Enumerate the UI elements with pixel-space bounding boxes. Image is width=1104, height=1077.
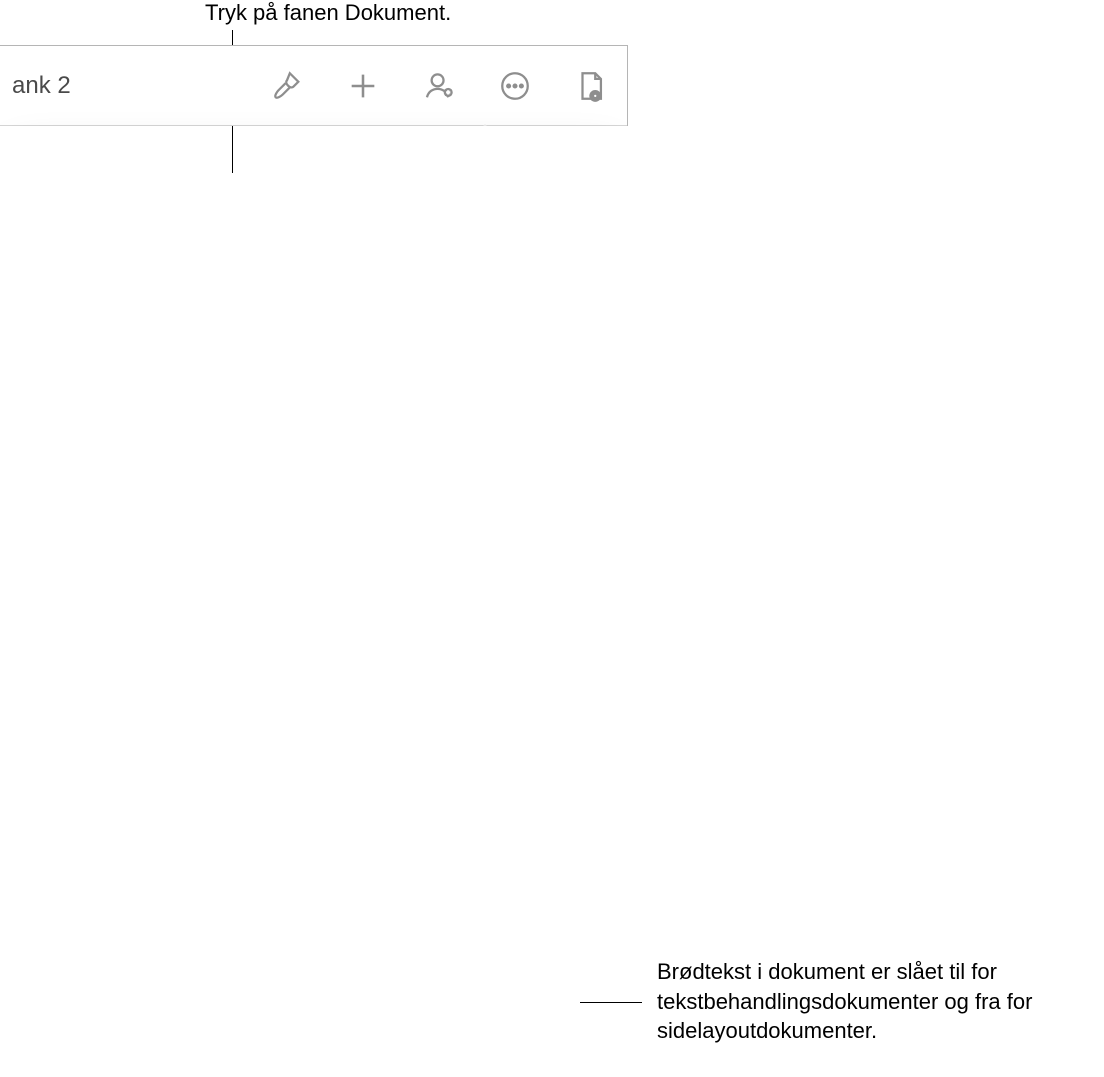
toolbar: ank 2 [0, 46, 627, 126]
callout-top: Tryk på fanen Dokument. [205, 0, 451, 28]
format-brush-icon[interactable] [269, 68, 305, 104]
app-frame: ank 2 [0, 45, 628, 126]
callout-right: Brødtekst i dokument er slået til for te… [657, 957, 1097, 1046]
collaborate-icon[interactable] [421, 68, 457, 104]
toolbar-icons [269, 68, 609, 104]
insert-plus-icon[interactable] [345, 68, 381, 104]
callout-line-right [580, 1002, 642, 1003]
document-title: ank 2 [12, 72, 71, 100]
document-settings-icon[interactable] [573, 68, 609, 104]
more-options-icon[interactable] [497, 68, 533, 104]
